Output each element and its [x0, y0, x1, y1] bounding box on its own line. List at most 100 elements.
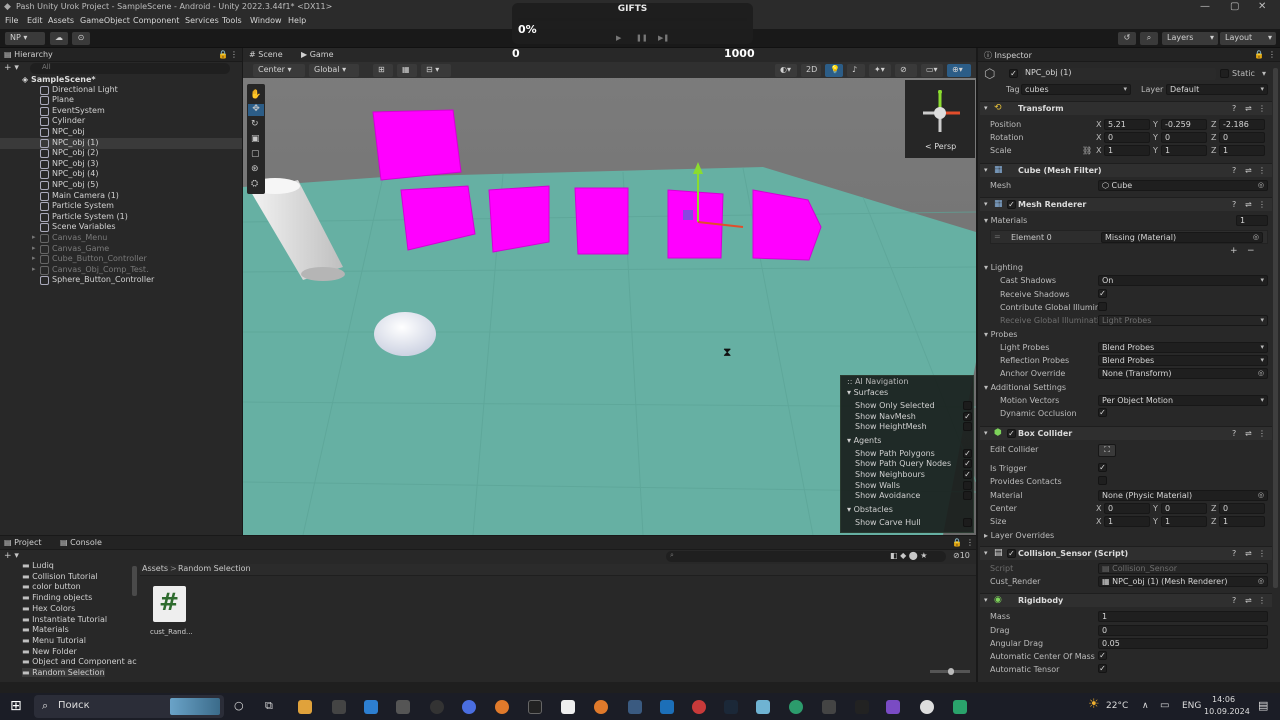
axis-label[interactable]: X	[1096, 146, 1101, 155]
collision-sensor-header[interactable]: ▾ ▤ ✓ Collision_Sensor (Script) ? ⇌ ⋮	[980, 546, 1272, 560]
hierarchy-item[interactable]: Cube_Button_Controller	[52, 254, 147, 263]
tag-dropdown[interactable]: cubes ▾	[1021, 84, 1131, 95]
ai-nav-option-checkbox[interactable]	[963, 422, 972, 432]
axis-label[interactable]: X	[1096, 517, 1101, 526]
collider-size-x-field[interactable]: 1	[1104, 516, 1150, 527]
lock-icon[interactable]: 🔒	[1254, 50, 1264, 59]
help-icon[interactable]: ?	[1232, 166, 1236, 175]
gizmos-icon[interactable]: ⊕▾	[947, 64, 971, 77]
notifications-icon[interactable]: ▤	[1258, 699, 1268, 712]
light-probes-dropdown[interactable]: Blend Probes ▾	[1098, 342, 1268, 353]
hierarchy-item[interactable]: NPC_obj (4)	[52, 169, 98, 178]
obs-icon[interactable]	[430, 700, 444, 714]
app-icon-6[interactable]	[692, 700, 706, 714]
layout-dropdown[interactable]: Layout ▾	[1220, 32, 1276, 45]
rotation-z-field[interactable]: 0	[1219, 132, 1265, 143]
custom-tool-icon[interactable]: ⛭	[251, 179, 258, 189]
scene-root[interactable]: ◈ SampleScene*	[22, 75, 96, 84]
contribute-gi-checkbox[interactable]	[1098, 302, 1107, 311]
hierarchy-item[interactable]: Plane	[52, 95, 74, 104]
orientation-gizmo[interactable]: < Persp	[905, 80, 975, 158]
preset-icon[interactable]: ⇌	[1245, 166, 1252, 175]
app-icon-2[interactable]	[462, 700, 476, 714]
hierarchy-item[interactable]: Main Camera (1)	[52, 191, 119, 200]
preset-icon[interactable]: ⇌	[1245, 596, 1252, 605]
remove-material-icon[interactable]: −	[1247, 246, 1255, 256]
component-menu-icon[interactable]: ⋮	[1258, 596, 1266, 605]
mail-icon[interactable]	[364, 700, 378, 714]
scale-x-field[interactable]: 1	[1104, 145, 1150, 156]
element-0-field[interactable]: Missing (Material) ◎	[1101, 232, 1263, 243]
epic-games-icon[interactable]	[528, 700, 542, 714]
ai-nav-section[interactable]: ▾ Obstacles	[847, 505, 893, 514]
axis-label[interactable]: Y	[1153, 504, 1158, 513]
layer-overrides-foldout[interactable]: ▸ Layer Overrides	[984, 531, 1054, 540]
mesh-filter-header[interactable]: ▾ ▦ Cube (Mesh Filter) ? ⇌ ⋮	[980, 163, 1272, 177]
play-icon[interactable]: ▶	[616, 34, 621, 42]
hierarchy-item[interactable]: Cylinder	[52, 116, 85, 125]
drag-field[interactable]: 0	[1098, 625, 1268, 636]
layer-dropdown[interactable]: Default ▾	[1166, 84, 1268, 95]
weather-icon[interactable]: ☀	[1088, 697, 1100, 712]
hierarchy-item[interactable]: NPC_obj (3)	[52, 159, 98, 168]
unity-icon[interactable]	[855, 700, 869, 714]
help-icon[interactable]: ?	[1232, 200, 1236, 209]
app-icon-5[interactable]	[660, 700, 674, 714]
file-explorer-icon[interactable]	[298, 700, 312, 714]
minimize-icon[interactable]: —	[1200, 1, 1210, 12]
ai-nav-option-checkbox[interactable]: ✓	[963, 448, 972, 458]
mesh-field[interactable]: ⬡ Cube ◎	[1098, 180, 1268, 191]
ai-nav-option-checkbox[interactable]	[963, 517, 972, 527]
scale-y-field[interactable]: 1	[1161, 145, 1207, 156]
ai-nav-option-checkbox[interactable]	[963, 491, 972, 501]
materials-count-field[interactable]: 1	[1236, 215, 1268, 226]
transform-tool-icon[interactable]: ⊛	[251, 164, 259, 174]
probes-foldout[interactable]: ▾ Probes	[984, 330, 1017, 339]
axis-label[interactable]: X	[1096, 120, 1101, 129]
ai-nav-option-checkbox[interactable]: ✓	[963, 470, 972, 479]
hierarchy-item[interactable]: NPC_obj (5)	[52, 180, 98, 189]
ai-nav-option-checkbox[interactable]	[963, 401, 972, 410]
component-menu-icon[interactable]: ⋮	[1258, 104, 1266, 113]
lighting-toggle-icon[interactable]: 💡	[825, 64, 843, 77]
audio-toggle-icon[interactable]: ♪	[847, 64, 865, 77]
hidden-objects-icon[interactable]: ⊘	[895, 64, 917, 77]
menu-services[interactable]: Services	[185, 16, 219, 25]
auto-tensor-checkbox[interactable]: ✓	[1098, 664, 1107, 673]
collider-center-x-field[interactable]: 0	[1104, 503, 1150, 514]
taskbar-search-box[interactable]: ⌕ Поиск	[34, 695, 224, 718]
asset-label[interactable]: cust_Rand...	[150, 628, 193, 636]
hierarchy-item[interactable]: Sphere_Button_Controller	[52, 275, 154, 284]
rotation-y-field[interactable]: 0	[1161, 132, 1207, 143]
expand-arrow-icon[interactable]: ▸	[32, 233, 36, 241]
app-icon-8[interactable]	[822, 700, 836, 714]
lighting-foldout[interactable]: ▾ Lighting	[984, 263, 1023, 272]
cloud-icon[interactable]: ☁	[50, 32, 68, 45]
component-menu-icon[interactable]: ⋮	[1258, 549, 1266, 558]
add-icon[interactable]: + ▾	[4, 63, 19, 73]
hierarchy-item[interactable]: Directional Light	[52, 85, 118, 94]
expand-arrow-icon[interactable]: ▸	[32, 254, 36, 262]
move-tool-icon[interactable]: ✥	[248, 104, 264, 116]
motion-vectors-dropdown[interactable]: Per Object Motion ▾	[1098, 395, 1268, 406]
hierarchy-item[interactable]: Particle System	[52, 201, 114, 210]
drag-handle-icon[interactable]: =	[994, 232, 1001, 241]
project-folder[interactable]: ▬ Materials	[22, 625, 69, 634]
collab-icon[interactable]: ⊙	[72, 32, 90, 45]
maximize-icon[interactable]: ▢	[1230, 1, 1239, 12]
blender-icon-2[interactable]	[594, 700, 608, 714]
ai-nav-section[interactable]: ▾ Surfaces	[847, 388, 888, 397]
app-icon-4[interactable]	[628, 700, 642, 714]
preset-icon[interactable]: ⇌	[1245, 429, 1252, 438]
effects-toggle-icon[interactable]: ✦▾	[869, 64, 891, 77]
app-icon-3[interactable]	[561, 700, 575, 714]
auto-com-checkbox[interactable]: ✓	[1098, 651, 1107, 660]
axis-label[interactable]: X	[1096, 504, 1101, 513]
tab-project[interactable]: ▤ Project	[4, 538, 41, 547]
scale-tool-icon[interactable]: ▣	[251, 134, 260, 144]
cust-render-field[interactable]: ▦ NPC_obj (1) (Mesh Renderer) ◎	[1098, 576, 1268, 587]
preset-icon[interactable]: ⇌	[1245, 200, 1252, 209]
folder-scrollbar[interactable]	[132, 566, 137, 596]
mesh-renderer-enabled-checkbox[interactable]: ✓	[1007, 200, 1016, 209]
static-checkbox[interactable]	[1220, 69, 1229, 78]
